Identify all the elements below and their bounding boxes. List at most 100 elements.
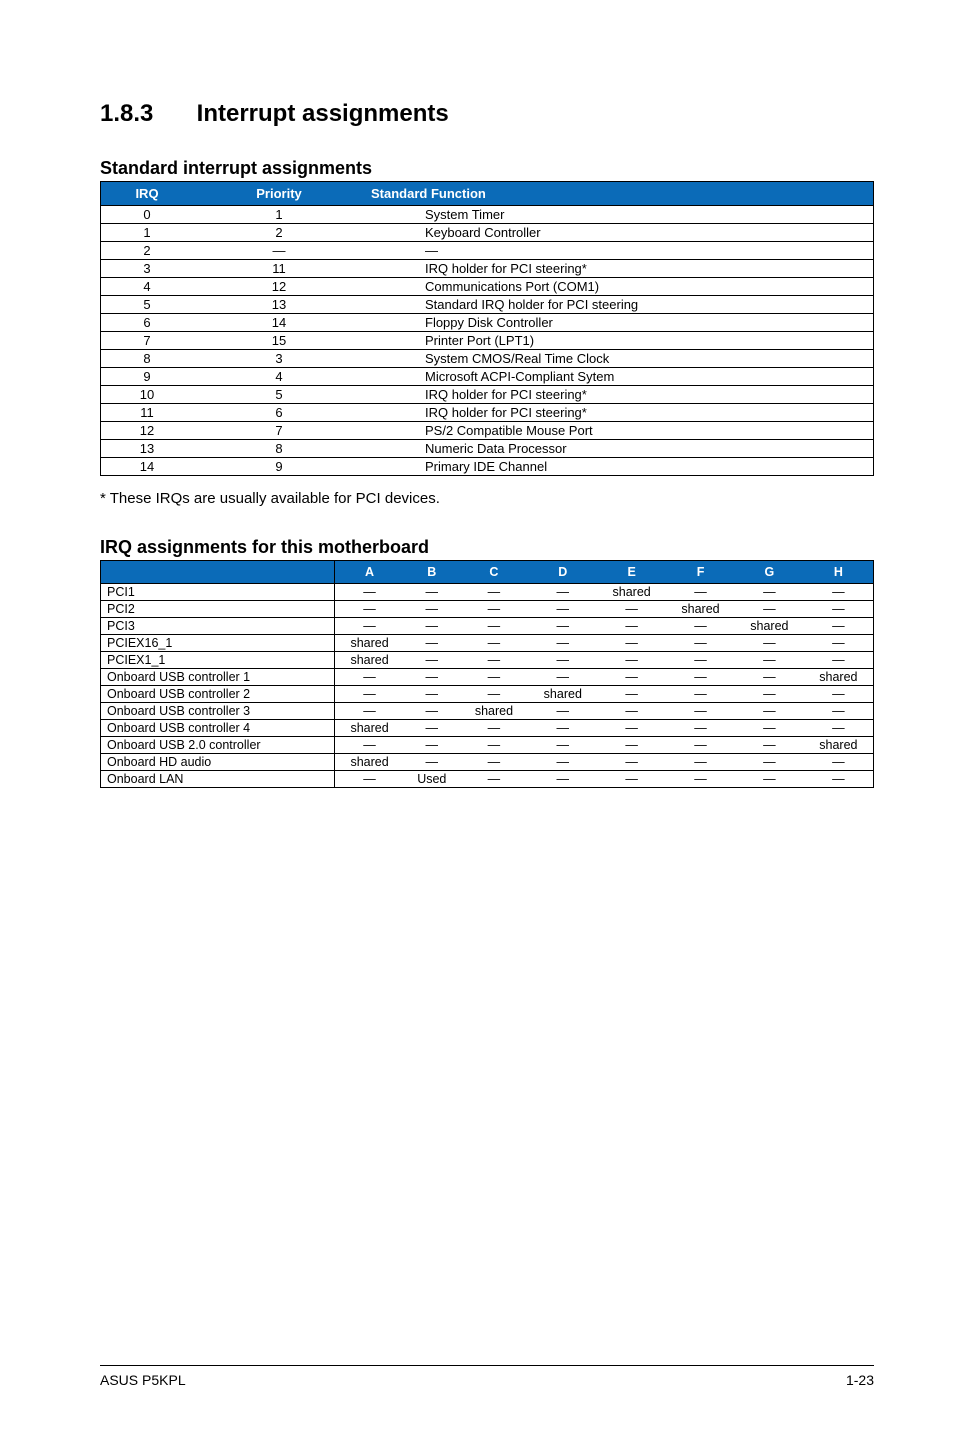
table-row: 138Numeric Data Processor [101, 440, 874, 458]
table-header-cell: B [404, 561, 459, 584]
table-cell: — [804, 601, 874, 618]
table-header-cell [101, 561, 335, 584]
table-cell: shared [804, 669, 874, 686]
table-cell: IRQ holder for PCI steering* [365, 404, 874, 422]
table-cell: 12 [193, 278, 365, 296]
table-cell: — [666, 771, 735, 788]
table-row: 149Primary IDE Channel [101, 458, 874, 476]
table-header-cell: A [335, 561, 405, 584]
table-cell: 14 [193, 314, 365, 332]
table-cell: — [735, 669, 804, 686]
table-cell: — [597, 686, 666, 703]
page-footer: ASUS P5KPL 1-23 [100, 1365, 874, 1388]
table-row: 614Floppy Disk Controller [101, 314, 874, 332]
table-header-cell: D [528, 561, 597, 584]
table-cell: IRQ holder for PCI steering* [365, 260, 874, 278]
table-cell: Used [404, 771, 459, 788]
table-cell: — [804, 584, 874, 601]
section-heading: 1.8.3 Interrupt assignments [100, 100, 874, 128]
table-cell: — [666, 754, 735, 771]
table-cell: shared [335, 754, 405, 771]
table-cell: — [404, 720, 459, 737]
table-cell: — [404, 601, 459, 618]
table-row: PCI2—————shared—— [101, 601, 874, 618]
footer-right: 1-23 [846, 1372, 874, 1388]
table-cell: Onboard USB 2.0 controller [101, 737, 335, 754]
table-row: Onboard USB controller 2———shared———— [101, 686, 874, 703]
table-cell: 7 [193, 422, 365, 440]
table-row: Onboard USB controller 4shared——————— [101, 720, 874, 737]
table-cell: — [666, 584, 735, 601]
table-cell: — [528, 703, 597, 720]
table-row: Onboard HD audioshared——————— [101, 754, 874, 771]
table-cell: 3 [101, 260, 194, 278]
table-cell: — [528, 618, 597, 635]
table-cell: 9 [193, 458, 365, 476]
table-cell: shared [528, 686, 597, 703]
table-cell: IRQ holder for PCI steering* [365, 386, 874, 404]
table-cell: 9 [101, 368, 194, 386]
table-cell: — [666, 618, 735, 635]
table-cell: — [735, 737, 804, 754]
table-cell: 11 [101, 404, 194, 422]
table-cell: 2 [101, 242, 194, 260]
table-cell: — [404, 669, 459, 686]
table-cell: System Timer [365, 206, 874, 224]
table-cell: — [365, 242, 874, 260]
table-row: Onboard LAN—Used—————— [101, 771, 874, 788]
table-cell: — [597, 652, 666, 669]
table-cell: PCI1 [101, 584, 335, 601]
table-row: Onboard USB 2.0 controller———————shared [101, 737, 874, 754]
table-cell: 6 [193, 404, 365, 422]
table-cell: 6 [101, 314, 194, 332]
table-cell: — [804, 754, 874, 771]
table-cell: — [335, 703, 405, 720]
table-cell: — [404, 652, 459, 669]
table-cell: shared [460, 703, 529, 720]
table-cell: 1 [101, 224, 194, 242]
table-cell: — [404, 754, 459, 771]
table-cell: — [735, 652, 804, 669]
table-row: 311IRQ holder for PCI steering* [101, 260, 874, 278]
table-cell: PCIEX1_1 [101, 652, 335, 669]
table-cell: — [404, 703, 459, 720]
std-th-irq: IRQ [101, 182, 194, 206]
table-cell: — [597, 771, 666, 788]
table-cell: — [597, 635, 666, 652]
table-cell: — [335, 686, 405, 703]
table-row: 127PS/2 Compatible Mouse Port [101, 422, 874, 440]
table-cell: 1 [193, 206, 365, 224]
table-cell: shared [804, 737, 874, 754]
table-cell: — [460, 737, 529, 754]
table-row: 2—— [101, 242, 874, 260]
table-cell: — [404, 737, 459, 754]
table-cell: — [597, 754, 666, 771]
table-header-cell: C [460, 561, 529, 584]
table-cell: 8 [101, 350, 194, 368]
table-cell: 8 [193, 440, 365, 458]
table-cell: — [528, 754, 597, 771]
table-cell: PS/2 Compatible Mouse Port [365, 422, 874, 440]
footnote: * These IRQs are usually available for P… [100, 490, 874, 507]
table-cell: — [597, 601, 666, 618]
table-row: 715Printer Port (LPT1) [101, 332, 874, 350]
table-cell: — [528, 635, 597, 652]
table-cell: Primary IDE Channel [365, 458, 874, 476]
table-row: PCIEX1_1shared——————— [101, 652, 874, 669]
table-cell: — [460, 754, 529, 771]
table-cell: 11 [193, 260, 365, 278]
table-cell: PCIEX16_1 [101, 635, 335, 652]
table-cell: Floppy Disk Controller [365, 314, 874, 332]
table-row: 94Microsoft ACPI-Compliant Sytem [101, 368, 874, 386]
std-table-title: Standard interrupt assignments [100, 158, 874, 179]
table-row: 105IRQ holder for PCI steering* [101, 386, 874, 404]
table-cell: Onboard USB controller 2 [101, 686, 335, 703]
table-header-cell: F [666, 561, 735, 584]
table-cell: — [597, 703, 666, 720]
table-cell: — [460, 635, 529, 652]
table-cell: — [735, 686, 804, 703]
irq-table-body: PCI1————shared———PCI2—————shared——PCI3——… [101, 584, 874, 788]
table-cell: — [804, 720, 874, 737]
table-cell: — [528, 720, 597, 737]
std-table-body: 01System Timer12Keyboard Controller2——31… [101, 206, 874, 476]
